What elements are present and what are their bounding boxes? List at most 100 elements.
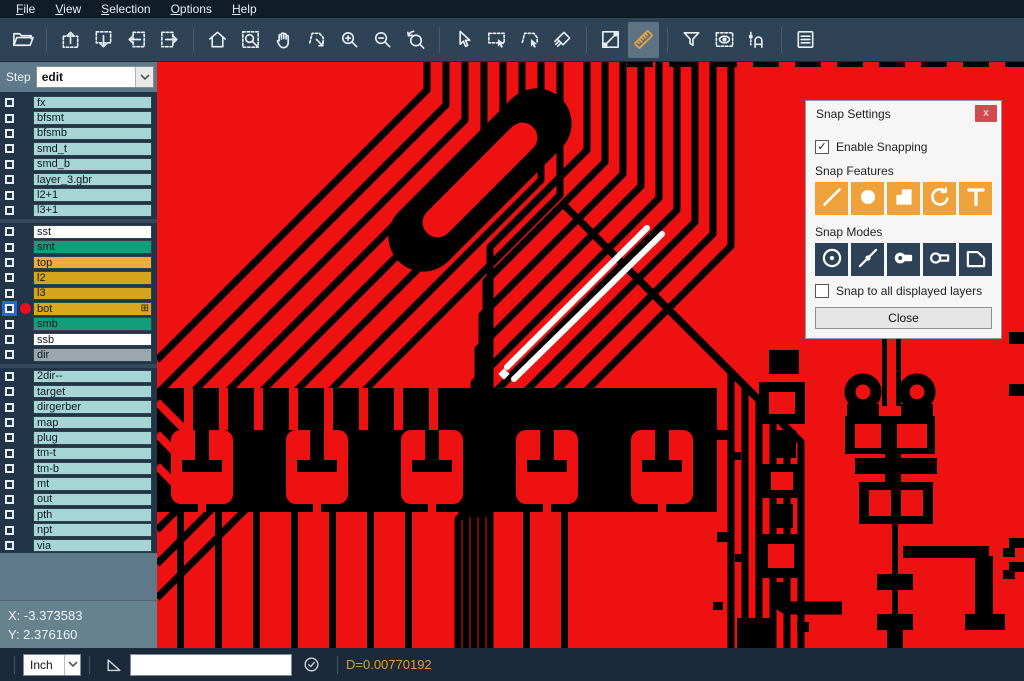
layer-visibility-checkbox[interactable]: [2, 400, 17, 415]
enable-snapping-checkbox[interactable]: ✓: [815, 140, 829, 154]
layer-visibility-checkbox[interactable]: [2, 157, 17, 172]
snap-pad-button[interactable]: [851, 182, 884, 215]
pan-hand-button[interactable]: [268, 22, 299, 58]
layer-visibility-checkbox[interactable]: [2, 172, 17, 187]
layer-name-bfsmt[interactable]: bfsmt: [33, 111, 152, 125]
layer-name-tm-b[interactable]: tm-b: [33, 462, 152, 476]
clean-brush-button[interactable]: [547, 22, 578, 58]
unit-dropdown[interactable]: Inch: [23, 654, 81, 676]
mode-slot-outline-button[interactable]: [923, 243, 956, 276]
layer-name-l2[interactable]: l2: [33, 271, 152, 285]
layer-name-dirgerber[interactable]: dirgerber: [33, 400, 152, 414]
mode-slot-filled-button[interactable]: [887, 243, 920, 276]
layer-name-map[interactable]: map: [33, 416, 152, 430]
home-button[interactable]: [202, 22, 233, 58]
layer-name-l3[interactable]: l3: [33, 287, 152, 301]
pan-up-button[interactable]: [55, 22, 86, 58]
zoom-area-button[interactable]: [235, 22, 266, 58]
layer-visibility-checkbox[interactable]: [2, 255, 17, 270]
menu-file[interactable]: File: [6, 0, 45, 18]
mode-midpoint-button[interactable]: [851, 243, 884, 276]
mode-center-button[interactable]: [815, 243, 848, 276]
layer-name-ssb[interactable]: ssb: [33, 333, 152, 347]
layer-name-l3+1[interactable]: l3+1: [33, 204, 152, 218]
pan-left-button[interactable]: [121, 22, 152, 58]
layer-name-target[interactable]: target: [33, 385, 152, 399]
zoom-out-button[interactable]: [367, 22, 398, 58]
layer-visibility-checkbox[interactable]: [2, 95, 17, 110]
snap-line-button[interactable]: [815, 182, 848, 215]
layer-visibility-checkbox[interactable]: [2, 492, 17, 507]
report-button[interactable]: [790, 22, 821, 58]
menu-help[interactable]: Help: [222, 0, 267, 18]
snap-arc-button[interactable]: [923, 182, 956, 215]
layer-name-tm-t[interactable]: tm-t: [33, 447, 152, 461]
layer-visibility-checkbox[interactable]: [2, 347, 17, 362]
layer-visibility-checkbox[interactable]: [2, 415, 17, 430]
layer-visibility-checkbox[interactable]: [2, 538, 17, 553]
snap-text-button[interactable]: [959, 182, 992, 215]
zoom-polygon-button[interactable]: [301, 22, 332, 58]
layer-name-mt[interactable]: mt: [33, 477, 152, 491]
snap-button[interactable]: [742, 22, 773, 58]
layer-name-2dir--[interactable]: 2dir--: [33, 370, 152, 384]
step-dropdown[interactable]: edit: [36, 66, 154, 88]
layer-visibility-checkbox[interactable]: [2, 507, 17, 522]
layer-visibility-checkbox[interactable]: [2, 286, 17, 301]
layer-name-plug[interactable]: plug: [33, 431, 152, 445]
pan-right-button[interactable]: [154, 22, 185, 58]
menu-selection[interactable]: Selection: [91, 0, 160, 18]
snap-surface-button[interactable]: [887, 182, 920, 215]
layer-visibility-checkbox[interactable]: [2, 369, 17, 384]
layer-visibility-checkbox[interactable]: [2, 111, 17, 126]
layer-name-pth[interactable]: pth: [33, 508, 152, 522]
snap-all-layers-checkbox[interactable]: [815, 284, 829, 298]
command-input[interactable]: [130, 654, 292, 676]
layer-name-top[interactable]: top: [33, 256, 152, 270]
layer-name-via[interactable]: via: [33, 539, 152, 553]
layer-visibility-checkbox[interactable]: [2, 301, 17, 316]
zoom-previous-button[interactable]: [400, 22, 431, 58]
dialog-titlebar[interactable]: Snap Settings x: [806, 101, 1001, 126]
layer-visibility-checkbox[interactable]: [2, 224, 17, 239]
layer-name-out[interactable]: out: [33, 493, 152, 507]
layer-visibility-checkbox[interactable]: [2, 188, 17, 203]
circle-check-icon[interactable]: [302, 655, 321, 674]
close-icon[interactable]: x: [975, 105, 997, 122]
layer-visibility-checkbox[interactable]: [2, 141, 17, 156]
layer-name-smd_b[interactable]: smd_b: [33, 158, 152, 172]
layer-visibility-checkbox[interactable]: [2, 430, 17, 445]
layer-visibility-checkbox[interactable]: [2, 270, 17, 285]
layer-name-smt[interactable]: smt: [33, 240, 152, 254]
layer-visibility-checkbox[interactable]: [2, 332, 17, 347]
layer-name-fx[interactable]: fx: [33, 96, 152, 110]
layer-visibility-checkbox[interactable]: [2, 523, 17, 538]
menu-view[interactable]: View: [45, 0, 91, 18]
layer-visibility-checkbox[interactable]: [2, 126, 17, 141]
select-rect-button[interactable]: [481, 22, 512, 58]
layer-name-l2+1[interactable]: l2+1: [33, 188, 152, 202]
pan-down-button[interactable]: [88, 22, 119, 58]
layer-visibility-checkbox[interactable]: [2, 240, 17, 255]
layer-visibility-checkbox[interactable]: [2, 461, 17, 476]
layer-name-smd_t[interactable]: smd_t: [33, 142, 152, 156]
layer-visibility-checkbox[interactable]: [2, 446, 17, 461]
layer-name-bfsmb[interactable]: bfsmb: [33, 127, 152, 141]
mode-corner-button[interactable]: [959, 243, 992, 276]
layer-name-bot[interactable]: bot⊞: [33, 302, 152, 316]
measure-line-button[interactable]: [595, 22, 626, 58]
menu-options[interactable]: Options: [161, 0, 222, 18]
layer-name-dir[interactable]: dir: [33, 348, 152, 362]
filter-button[interactable]: [676, 22, 707, 58]
layer-name-npt[interactable]: npt: [33, 523, 152, 537]
layer-visibility-checkbox[interactable]: [2, 317, 17, 332]
layer-name-layer_3.gbr[interactable]: layer_3.gbr: [33, 173, 152, 187]
layer-visibility-checkbox[interactable]: [2, 477, 17, 492]
zoom-in-button[interactable]: [334, 22, 365, 58]
open-folder-button[interactable]: [7, 22, 38, 58]
close-button[interactable]: Close: [815, 307, 992, 329]
layer-name-sst[interactable]: sst: [33, 225, 152, 239]
view-options-button[interactable]: [709, 22, 740, 58]
select-polygon-button[interactable]: [514, 22, 545, 58]
select-arrow-button[interactable]: [448, 22, 479, 58]
